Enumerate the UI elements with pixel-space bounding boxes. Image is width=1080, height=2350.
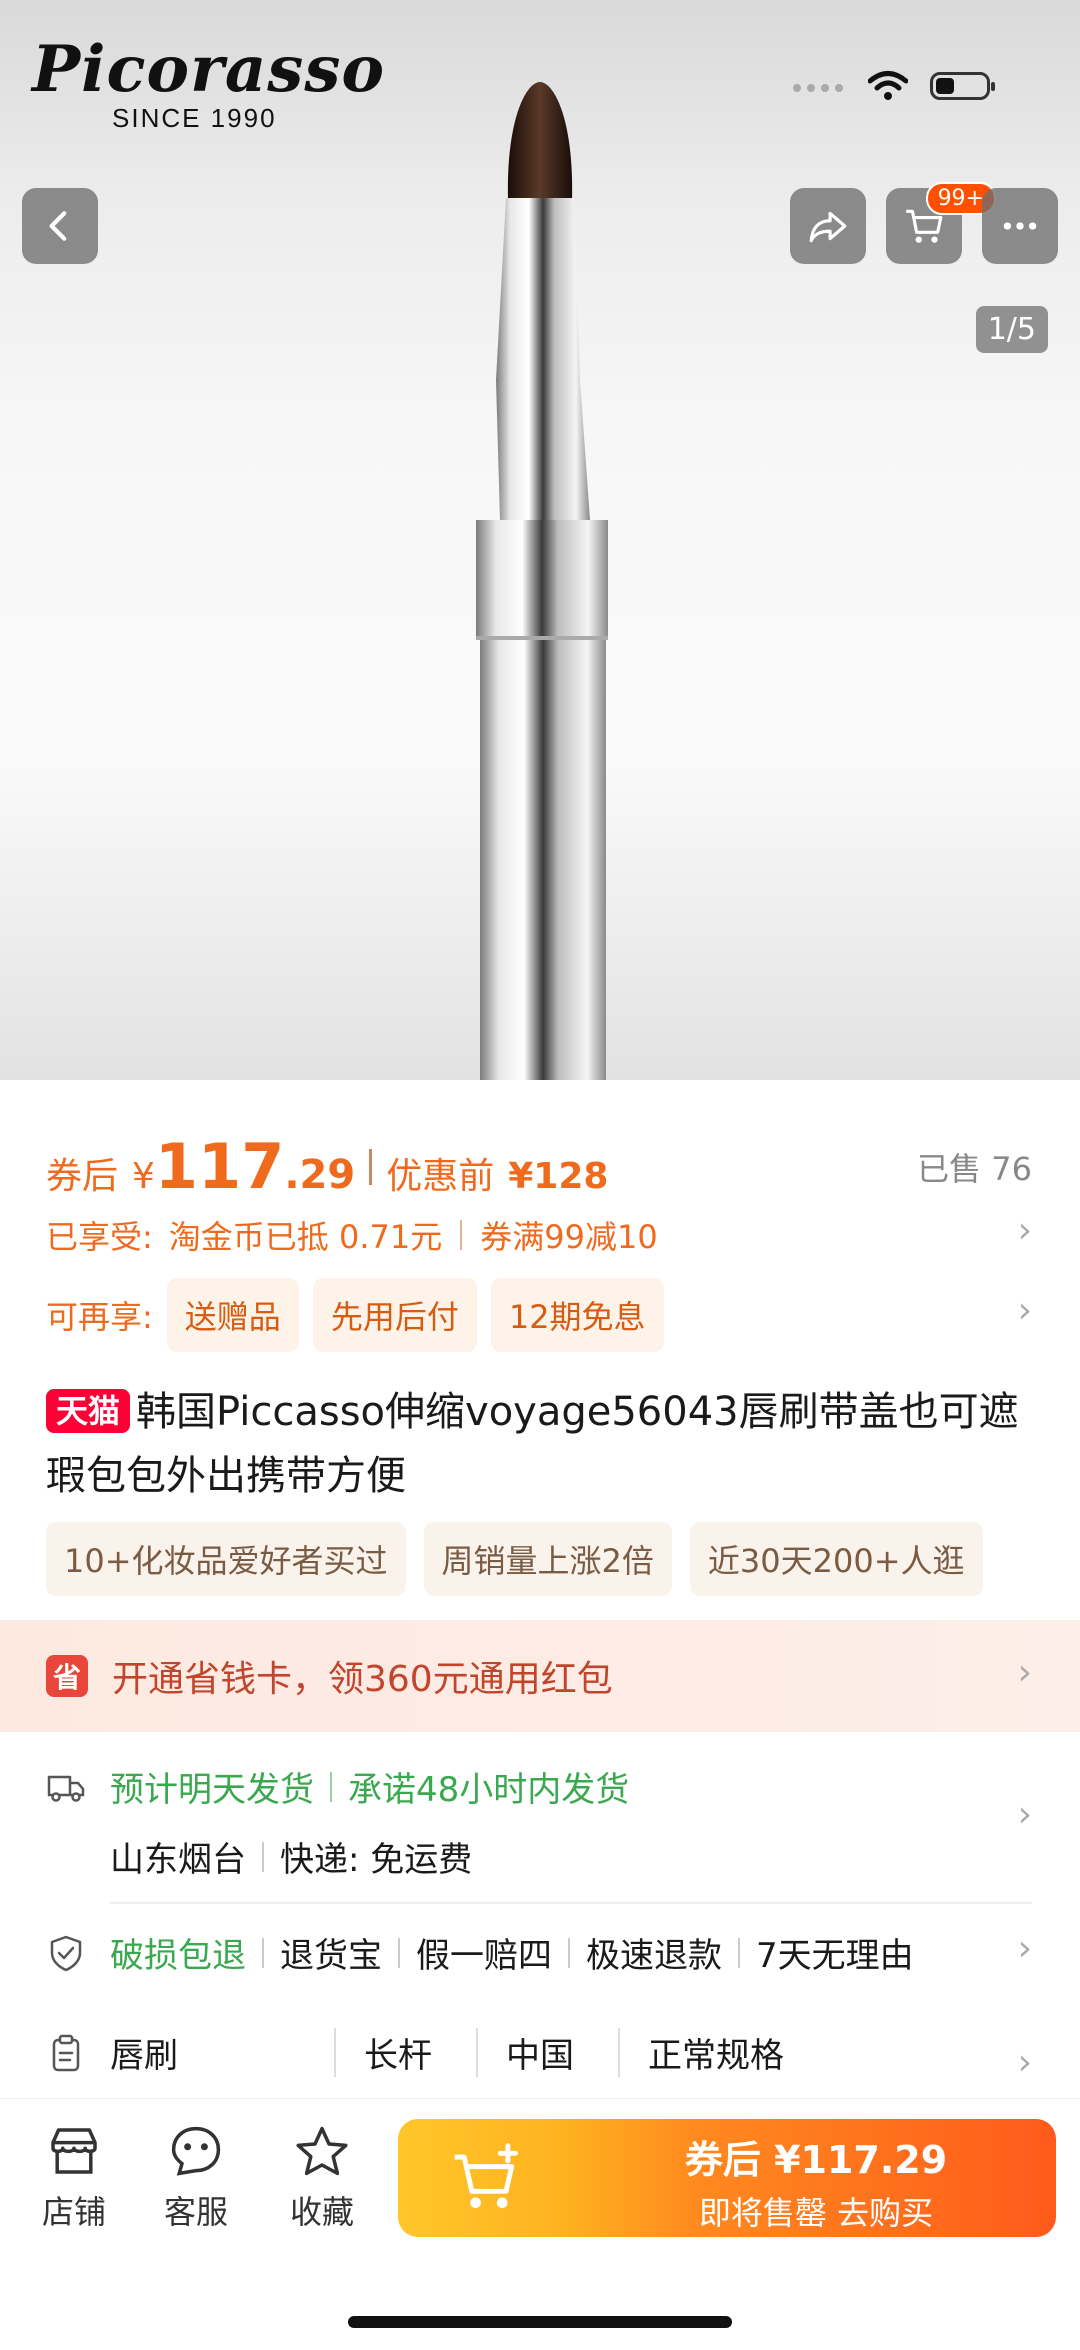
shipping-origin-row: 山东烟台 快递: 免运费 [110, 1832, 1032, 1881]
product-photo-brush [476, 82, 608, 1080]
buy-action-label: 即将售罄 去购买 [698, 2194, 934, 2232]
guarantee-divider [738, 1937, 740, 1968]
ship-estimate: 预计明天发货 [110, 1770, 314, 1810]
discount-row[interactable]: 已享受: 淘金币已抵 0.71元 券满99减10 [46, 1212, 1032, 1258]
guarantee-divider [398, 1937, 400, 1968]
service-label: 客服 [163, 2193, 228, 2231]
savings-card-icon: 省 [46, 1655, 88, 1697]
section-divider [110, 1902, 1032, 1904]
sold-count: 已售 76 [917, 1150, 1032, 1188]
chevron-left-icon [49, 211, 67, 241]
shop-button[interactable]: 店铺 [24, 2123, 124, 2233]
status-bar [790, 70, 995, 102]
discount-label: 已享受: [46, 1218, 153, 1256]
extras-row[interactable]: 可再享: 送赠品 先用后付 12期免息 [46, 1278, 1032, 1352]
original-label: 优惠前 [386, 1156, 495, 1197]
shipping-row[interactable]: 预计明天发货 承诺48小时内发货 [46, 1762, 1032, 1811]
extras-label: 可再享: [46, 1298, 153, 1336]
store-icon [51, 2128, 97, 2174]
shield-icon [50, 1935, 82, 1971]
guarantee-item: 退货宝 [280, 1936, 382, 1976]
coupon-price-int: 117 [154, 1130, 285, 1203]
chevron-right-icon: › [1017, 1290, 1032, 1331]
tag-item: 周销量上涨2倍 [423, 1522, 672, 1596]
brand-logo: Picorasso SINCE 1990 [32, 32, 386, 133]
spec-item: 唇刷 [110, 2028, 336, 2077]
add-cart-icon [454, 2143, 518, 2209]
more-button[interactable] [982, 188, 1058, 264]
chevron-right-icon: › [1017, 1652, 1032, 1693]
guarantee-item: 假一赔四 [416, 1936, 552, 1976]
back-button[interactable] [22, 188, 98, 264]
product-info-card: 券后 ¥ 117 .29 优惠前 ¥128 已售 76 已享受: 淘金币已抵 0… [0, 1080, 1080, 1620]
ship-promise: 承诺48小时内发货 [348, 1770, 630, 1810]
add-to-cart-button[interactable] [398, 2119, 576, 2237]
chip-installment[interactable]: 12期免息 [490, 1278, 664, 1352]
chevron-right-icon: › [1017, 2042, 1032, 2083]
chip-gift[interactable]: 送赠品 [166, 1278, 299, 1352]
customer-service-button[interactable]: 客服 [146, 2123, 246, 2233]
ship-origin: 山东烟台 [110, 1840, 246, 1880]
truck-icon [47, 1775, 85, 1802]
buy-now-button[interactable]: 券后 ¥117.29 即将售罄 去购买 [576, 2119, 1056, 2237]
social-proof-tags: 10+化妆品爱好者买过 周销量上涨2倍 近30天200+人逛 [46, 1522, 1080, 1596]
image-counter: 1/5 [975, 306, 1048, 353]
chip-pay-later[interactable]: 先用后付 [312, 1278, 477, 1352]
spec-item: 长杆 [364, 2028, 478, 2077]
shipping-divider [330, 1771, 332, 1802]
service-section: 预计明天发货 承诺48小时内发货 山东烟台 快递: 免运费 › 破损包退 退货宝… [0, 1732, 1080, 2098]
guarantee-divider [568, 1937, 570, 1968]
chevron-right-icon: › [1017, 1928, 1032, 1969]
coupon-discount: 券满99减10 [480, 1218, 658, 1256]
guarantee-divider [262, 1937, 264, 1968]
coupon-price-dec: .29 [284, 1152, 356, 1198]
tag-item: 近30天200+人逛 [689, 1522, 983, 1596]
savings-card-banner[interactable]: 省 开通省钱卡，领360元通用红包 › [0, 1620, 1080, 1732]
tag-item: 10+化妆品爱好者买过 [46, 1522, 406, 1596]
guarantee-item: 极速退款 [586, 1936, 722, 1976]
wifi-icon [868, 71, 908, 100]
guarantee-damage: 破损包退 [110, 1936, 246, 1976]
spec-item: 正常规格 [648, 2036, 784, 2076]
chevron-right-icon: › [1017, 1794, 1032, 1835]
origin-divider [262, 1841, 264, 1872]
discount-divider [460, 1220, 463, 1250]
share-icon [809, 211, 847, 243]
coupon-label: 券后 [46, 1156, 119, 1197]
spec-row[interactable]: 唇刷 长杆 中国 正常规格 [46, 2028, 1032, 2077]
chevron-right-icon: › [1017, 1210, 1032, 1251]
price-divider [369, 1148, 373, 1185]
chat-face-icon [171, 2126, 221, 2176]
buy-button[interactable]: 券后 ¥117.29 即将售罄 去购买 [398, 2119, 1056, 2237]
spec-item: 中国 [506, 2028, 620, 2077]
price-row: 券后 ¥ 117 .29 优惠前 ¥128 [46, 1130, 608, 1203]
tmall-badge: 天猫 [46, 1389, 131, 1433]
ship-courier: 快递: 免运费 [280, 1840, 473, 1880]
guarantee-item: 7天无理由 [756, 1936, 914, 1976]
product-title-text: 韩国Piccasso伸缩voyage56043唇刷带盖也可遮瑕包包外出携带方便 [46, 1389, 1019, 1499]
product-title: 天猫 韩国Piccasso伸缩voyage56043唇刷带盖也可遮瑕包包外出携带方… [46, 1380, 1040, 1508]
star-icon [296, 2126, 348, 2176]
battery-icon [930, 72, 995, 100]
home-indicator [348, 2316, 732, 2328]
shop-label: 店铺 [41, 2193, 106, 2231]
buy-price-label: 券后 ¥117.29 [684, 2138, 948, 2182]
bottom-action-bar: 店铺 客服 收藏 券后 ¥117.29 即将售罄 去购买 [0, 2098, 1080, 2350]
guarantee-row[interactable]: 破损包退 退货宝 假一赔四 极速退款 7天无理由 [46, 1928, 1010, 1977]
original-price: ¥128 [508, 1156, 609, 1197]
more-icon [1003, 222, 1037, 230]
taojinbi-discount: 淘金币已抵 0.71元 [168, 1218, 443, 1256]
favorite-button[interactable]: 收藏 [272, 2123, 372, 2233]
banner-text: 开通省钱卡，领360元通用红包 [112, 1659, 613, 1700]
product-image-gallery[interactable]: Picorasso SINCE 1990 99+ 1/5 [0, 0, 1080, 1080]
share-button[interactable] [790, 188, 866, 264]
clipboard-icon [52, 2034, 80, 2071]
signal-icon [790, 77, 846, 96]
cart-button[interactable]: 99+ [886, 182, 996, 264]
favorite-label: 收藏 [289, 2193, 354, 2231]
currency-symbol: ¥ [132, 1156, 155, 1197]
